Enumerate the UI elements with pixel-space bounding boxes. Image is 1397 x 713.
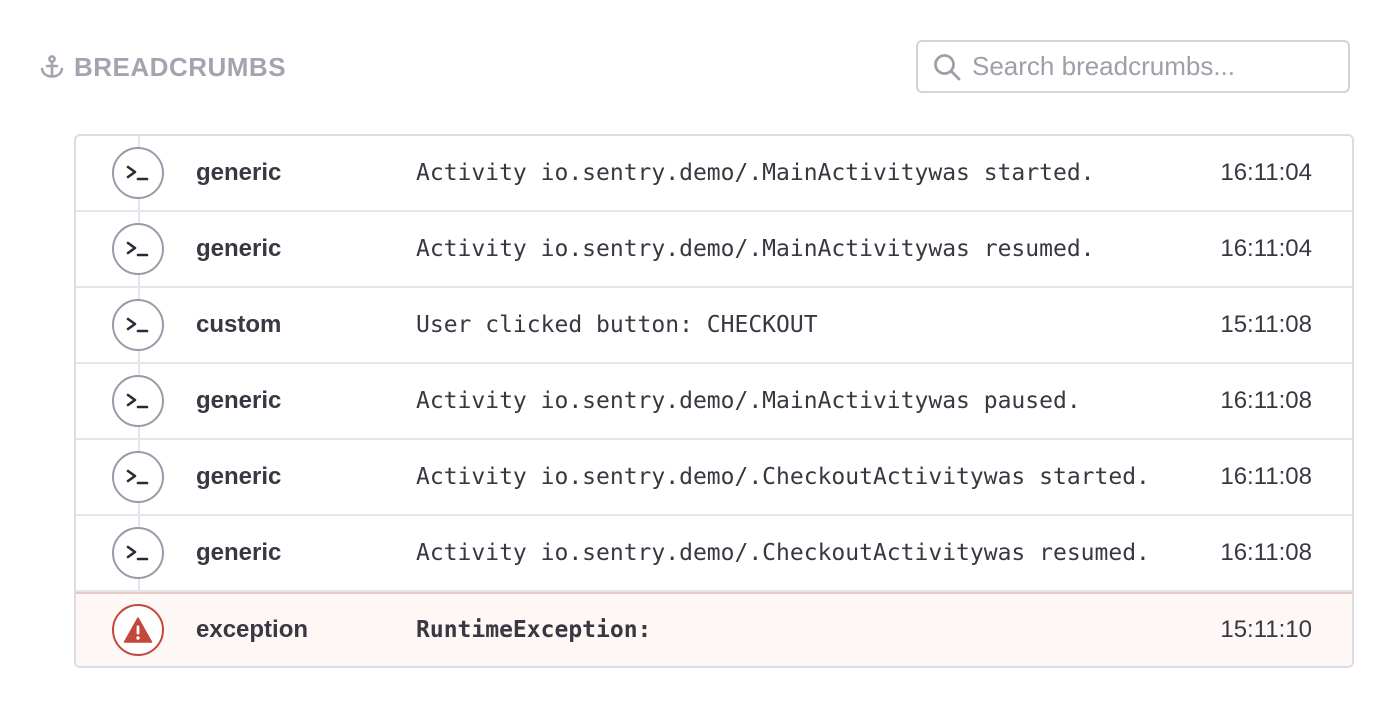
breadcrumb-time: 15:11:10 [1220,616,1312,643]
breadcrumb-time: 16:11:08 [1220,387,1312,414]
breadcrumb-message: RuntimeException: [416,617,652,643]
breadcrumb-type: custom [196,311,282,338]
breadcrumb-time: 16:11:08 [1220,463,1312,490]
breadcrumb-type: generic [196,159,282,186]
terminal-icon [112,451,164,503]
search-icon [932,52,962,82]
breadcrumb-type: generic [196,235,282,262]
breadcrumb-message: Activity io.sentry.demo/.MainActivitywas… [416,236,1095,262]
breadcrumb-type: generic [196,387,282,414]
terminal-icon [112,223,164,275]
search-input[interactable] [972,51,1332,82]
breadcrumb-time: 16:11:04 [1220,235,1312,262]
anchor-icon [38,53,66,81]
terminal-icon [112,375,164,427]
breadcrumb-time: 15:11:08 [1220,311,1312,338]
breadcrumb-row-exception[interactable]: exception RuntimeException: 15:11:10 [76,592,1352,666]
breadcrumb-type: generic [196,539,282,566]
breadcrumb-message: User clicked button: CHECKOUT [416,312,818,338]
breadcrumb-message: Activity io.sentry.demo/.MainActivitywas… [416,388,1081,414]
breadcrumb-row[interactable]: generic Activity io.sentry.demo/.MainActi… [76,364,1352,440]
breadcrumb-type: exception [196,616,309,643]
terminal-icon [112,527,164,579]
breadcrumb-time: 16:11:04 [1220,159,1312,186]
breadcrumbs-header: BREADCRUMBS [38,48,286,86]
breadcrumb-message: Activity io.sentry.demo/.MainActivitywas… [416,160,1095,186]
breadcrumb-time: 16:11:08 [1220,539,1312,566]
breadcrumb-type: generic [196,463,282,490]
warning-icon [112,604,164,656]
search-box[interactable] [916,40,1350,93]
section-title: BREADCRUMBS [74,51,287,82]
breadcrumb-list: generic Activity io.sentry.demo/.MainActi… [74,134,1354,668]
breadcrumb-message: Activity io.sentry.demo/.CheckoutActivit… [416,540,1150,566]
breadcrumb-row[interactable]: generic Activity io.sentry.demo/.MainActi… [76,212,1352,288]
breadcrumb-message: Activity io.sentry.demo/.CheckoutActivit… [416,464,1150,490]
terminal-icon [112,147,164,199]
terminal-icon [112,299,164,351]
breadcrumb-row[interactable]: custom User clicked button: CHECKOUT 15:11… [76,288,1352,364]
breadcrumb-row[interactable]: generic Activity io.sentry.demo/.Checkout… [76,516,1352,592]
breadcrumb-row[interactable]: generic Activity io.sentry.demo/.Checkout… [76,440,1352,516]
breadcrumb-row[interactable]: generic Activity io.sentry.demo/.MainActi… [76,136,1352,212]
